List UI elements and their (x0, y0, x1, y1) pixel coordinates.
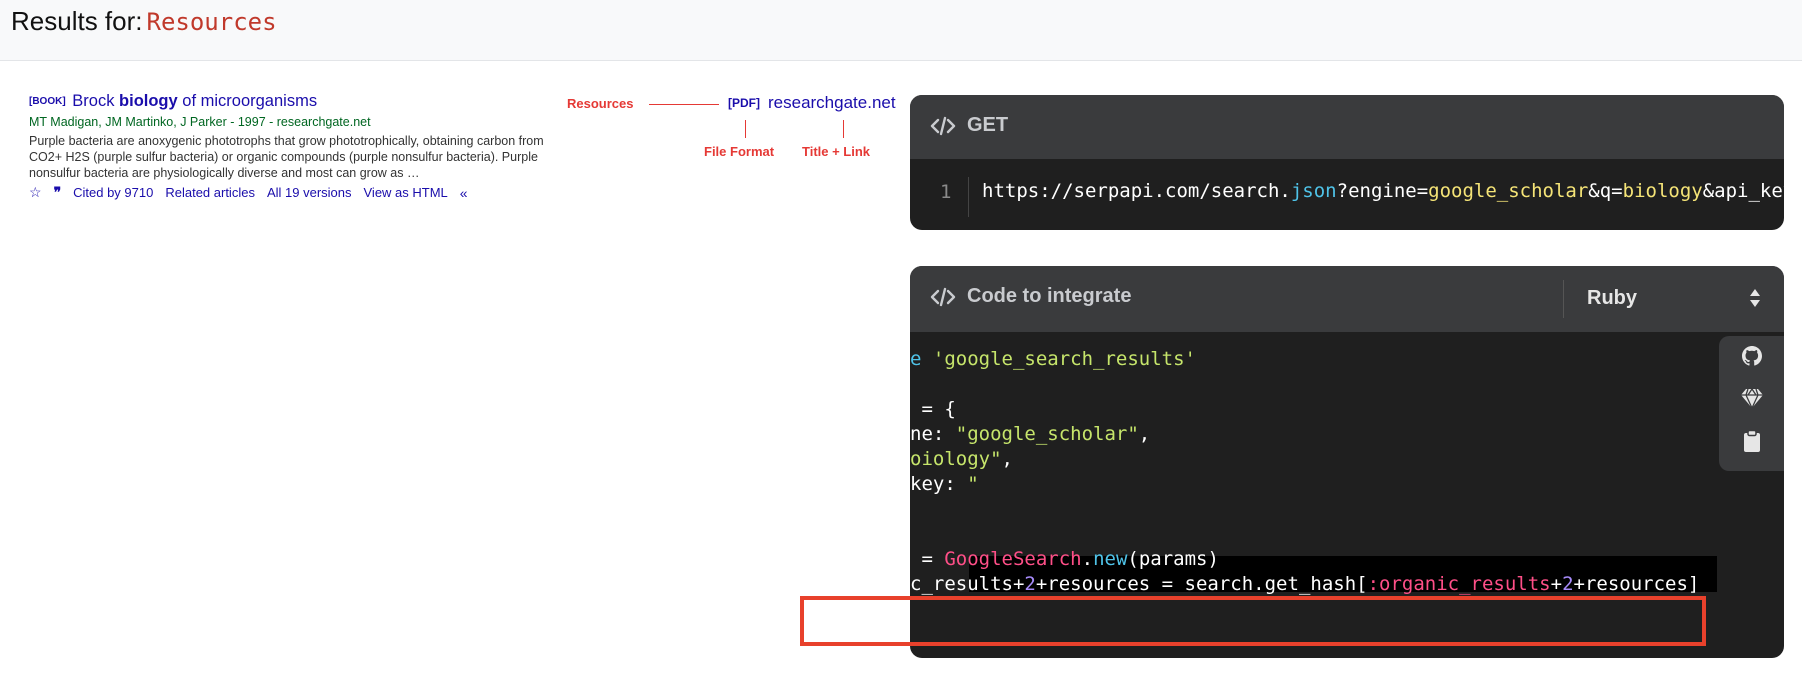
star-icon[interactable]: ☆ (29, 184, 42, 201)
code-token: ne: (910, 423, 956, 445)
view-as-html-link[interactable]: View as HTML (364, 185, 448, 200)
code-line: oiology", (910, 448, 1013, 470)
result-title-link[interactable]: Brock biology of microorganisms (72, 92, 317, 110)
code-token: " (967, 473, 979, 495)
highlight-box (800, 596, 1706, 646)
get-panel-header: GET (910, 95, 1784, 159)
chevrons-icon[interactable]: « (460, 185, 468, 201)
page-title: Results for: Resources (11, 6, 277, 37)
code-token: +resources = search.get_hash[ (1035, 573, 1368, 595)
code-token: = { (910, 398, 956, 420)
annotation-resources-label: Resources (567, 96, 634, 111)
clipboard-icon[interactable] (1740, 429, 1764, 453)
get-request-panel: GET 1 https://serpapi.com/search.json?en… (910, 95, 1784, 230)
result-type-badge: [BOOK] (29, 96, 66, 107)
url-part: json (1290, 180, 1337, 202)
annotation-title-link-label: Title + Link (802, 144, 871, 159)
code-panel-header: Code to integrate Ruby (910, 266, 1784, 332)
code-token: 'google_search_results' (932, 348, 1196, 370)
title-part: of microorganisms (177, 92, 318, 110)
url-part: https://serpapi.com/search. (982, 180, 1291, 202)
code-token: = (910, 548, 945, 570)
quote-icon[interactable]: ❞ (54, 184, 62, 201)
results-query: Resources (146, 8, 277, 36)
code-icon (930, 287, 956, 307)
request-url[interactable]: https://serpapi.com/search.json?engine=g… (982, 180, 1784, 202)
github-icon[interactable] (1740, 344, 1764, 368)
gem-icon[interactable] (1740, 386, 1764, 410)
code-token: + (1550, 573, 1563, 595)
select-arrows-icon[interactable] (1748, 286, 1762, 310)
code-token: 2 (1562, 573, 1574, 595)
code-panel-title: Code to integrate (967, 285, 1132, 307)
related-articles-link[interactable]: Related articles (165, 185, 255, 200)
code-token: , (1138, 423, 1151, 445)
code-token: . (1081, 548, 1094, 570)
annotation-connector (649, 104, 719, 105)
language-select[interactable]: Ruby (1587, 287, 1637, 310)
header-divider (1563, 280, 1564, 318)
annotation-pdf-badge: [PDF] (728, 96, 760, 110)
code-token: :organic_results (1367, 573, 1551, 595)
code-token: "google_scholar" (955, 423, 1139, 445)
code-token: +resources] (1573, 573, 1700, 595)
code-token: 2 (1024, 573, 1036, 595)
code-line: = GoogleSearch.new(params) (910, 548, 1219, 570)
code-token: key: (910, 473, 968, 495)
cited-by-link[interactable]: Cited by 9710 (73, 185, 153, 200)
code-line: key: " (910, 473, 979, 495)
code-icon (930, 116, 956, 136)
url-part: &api_key (1702, 180, 1784, 202)
all-versions-link[interactable]: All 19 versions (267, 185, 352, 200)
gutter-divider (968, 177, 969, 217)
url-part: google_scholar (1428, 180, 1589, 202)
result-snippet: Purple bacteria are anoxygenic phototrop… (29, 134, 544, 180)
url-part: &q= (1588, 180, 1623, 202)
code-line: = { (910, 398, 956, 420)
annotation-pointer (745, 120, 746, 138)
annotation-file-format-label: File Format (704, 144, 775, 159)
code-token: , (1001, 448, 1013, 470)
code-token: e (910, 348, 933, 370)
annotation-resource-link[interactable]: researchgate.net (768, 93, 896, 113)
title-part: Brock (72, 92, 120, 110)
code-token: (params) (1127, 548, 1219, 570)
scholar-result: [BOOK] Brock biology of microorganisms M… (29, 92, 569, 201)
code-token: oiology" (910, 448, 1002, 470)
url-part: biology (1622, 180, 1703, 202)
get-panel-title: GET (967, 114, 1009, 136)
code-line-highlighted: c_results+2+resources = search.get_hash[… (910, 573, 1699, 595)
results-header: Results for: Resources (0, 0, 1802, 61)
code-line: ne: "google_scholar", (910, 423, 1150, 445)
url-part: ?engine= (1336, 180, 1429, 202)
code-tools (1719, 336, 1784, 471)
code-token: new (1093, 548, 1128, 570)
result-links: ☆ ❞ Cited by 9710 Related articles All 1… (29, 184, 569, 201)
results-prefix: Results for: (11, 6, 143, 36)
line-number: 1 (940, 181, 952, 203)
code-line: e 'google_search_results' (910, 348, 1196, 370)
code-token: GoogleSearch (944, 548, 1082, 570)
title-highlight: biology (119, 92, 178, 110)
result-authors: MT Madigan, JM Martinko, J Parker - 1997… (29, 115, 371, 129)
annotation-pointer (843, 120, 844, 138)
code-token: c_results+ (910, 573, 1025, 595)
